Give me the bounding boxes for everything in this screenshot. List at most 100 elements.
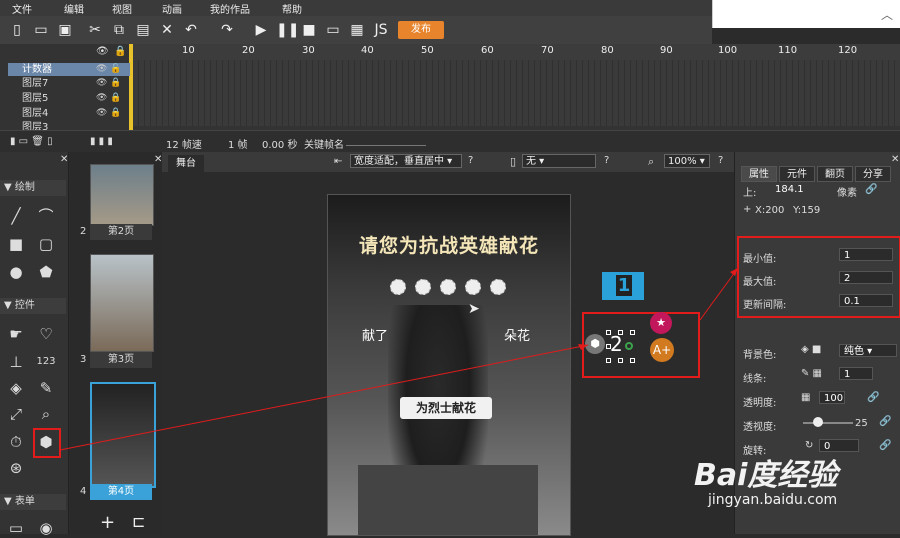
flower-icon[interactable] — [465, 279, 481, 295]
counter-value[interactable]: 2 — [610, 332, 623, 356]
new-file-icon[interactable]: ▯ — [8, 21, 26, 39]
menu-edit[interactable]: 编辑 — [64, 1, 84, 16]
pen-icon[interactable]: ✎ ▦ — [801, 368, 822, 379]
effect-star-icon[interactable]: ★ — [650, 312, 672, 334]
frame-tools-icon[interactable]: ▮ ▮ ▮ — [90, 136, 113, 147]
text-effect-icon[interactable]: A+ — [650, 338, 674, 362]
tab-components[interactable]: 元件 — [779, 166, 815, 182]
rect-tool-icon[interactable]: ■ — [6, 234, 26, 254]
line-tool-icon[interactable]: ╱ — [6, 206, 26, 226]
layer-row[interactable]: 图层3 — [8, 121, 130, 130]
cut-icon[interactable]: ✂ — [86, 21, 104, 39]
resize-handle[interactable] — [630, 358, 635, 363]
pivot-point[interactable] — [625, 342, 633, 350]
page-thumbnail[interactable] — [90, 254, 154, 352]
layer-row[interactable]: 图层7 👁 🔒 — [8, 77, 130, 90]
publish-button[interactable]: 发布 — [398, 21, 444, 39]
phone-screen[interactable]: 请您为抗战英雄献花 ➤ 献了 朵花 为烈士献花 — [327, 194, 571, 536]
zoom-select[interactable]: 100% ▾ — [664, 154, 710, 168]
stage-canvas[interactable]: 请您为抗战英雄献花 ➤ 献了 朵花 为烈士献花 1 ⬢ 2 ★ A+ — [162, 172, 734, 536]
pause-icon[interactable]: ❚❚ — [276, 21, 299, 39]
menu-my-works[interactable]: 我的作品 — [210, 1, 250, 16]
tab-properties[interactable]: 属性 — [741, 166, 777, 182]
round-rect-tool-icon[interactable]: ▢ — [36, 234, 56, 254]
preview-icon[interactable]: ▭ — [324, 21, 342, 39]
menu-file[interactable]: 文件 — [12, 1, 32, 16]
close-icon[interactable]: ✕ — [60, 154, 68, 165]
tab-stage[interactable]: 舞台 — [168, 155, 204, 172]
visibility-header-icon[interactable]: 👁 — [96, 46, 109, 57]
radio-tool-icon[interactable]: ◉ — [36, 518, 56, 538]
tab-page-turn[interactable]: 翻页 — [817, 166, 853, 182]
stop-icon[interactable]: ■ — [300, 21, 318, 39]
min-input[interactable]: 1 — [839, 248, 893, 261]
help-icon[interactable]: ? — [718, 155, 723, 166]
input-tool-icon[interactable]: ▭ — [6, 518, 26, 538]
number-tool-icon[interactable]: 123 — [36, 352, 56, 372]
section-form[interactable]: ▼ 表单 — [0, 494, 66, 510]
eye-icon[interactable]: 👁 🔒 — [96, 92, 122, 105]
eye-icon[interactable]: 👁 🔒 — [96, 107, 122, 120]
line-input[interactable]: 1 — [839, 367, 873, 380]
flower-icon[interactable] — [490, 279, 506, 295]
heart-tool-icon[interactable]: ♡ — [36, 324, 56, 344]
timeline-ruler[interactable]: 10 20 30 40 50 60 70 80 90 100 110 120 — [130, 44, 900, 60]
globe-tool-icon[interactable]: ⊛ — [6, 458, 26, 478]
opacity-input[interactable]: 100 — [819, 391, 845, 404]
tab-share[interactable]: 分享 — [855, 166, 891, 182]
resize-handle[interactable] — [606, 358, 611, 363]
bg-select[interactable]: 纯色 ▾ — [839, 344, 897, 357]
menu-help[interactable]: 帮助 — [282, 1, 302, 16]
play-icon[interactable]: ▶ — [252, 21, 270, 39]
flower-icon[interactable] — [440, 279, 456, 295]
layer-row[interactable]: 图层5 👁 🔒 — [8, 92, 130, 105]
interval-input[interactable]: 0.1 — [839, 294, 893, 307]
blur-slider-thumb[interactable] — [813, 417, 823, 427]
timer-tool-icon[interactable]: ⏱ — [6, 432, 26, 452]
chevron-up-icon[interactable]: ︿ — [881, 6, 893, 23]
menu-view[interactable]: 视图 — [112, 1, 132, 16]
device-select[interactable]: 无 ▾ — [522, 154, 596, 168]
add-layer-icon[interactable]: ▮ ▭ 🗑 ▯ — [10, 136, 53, 147]
page-caption[interactable]: 第2页 — [90, 224, 152, 240]
insert-page-icon[interactable]: ⊏ — [132, 512, 145, 531]
flower-icon[interactable] — [390, 279, 406, 295]
copy-icon[interactable]: ⧉ — [110, 21, 128, 39]
qrcode-icon[interactable]: ▦ — [348, 21, 366, 39]
circle-tool-icon[interactable]: ● — [6, 262, 26, 282]
section-controls[interactable]: ▼ 控件 — [0, 298, 66, 314]
redo-icon[interactable]: ↷ — [218, 21, 236, 39]
add-page-icon[interactable]: + — [100, 512, 115, 533]
flower-icon[interactable] — [415, 279, 431, 295]
search-tool-icon[interactable]: ⌕ — [36, 404, 56, 424]
delete-icon[interactable]: ✕ — [158, 21, 176, 39]
help-icon[interactable]: ? — [604, 155, 609, 166]
section-draw[interactable]: ▼ 绘制 — [0, 180, 66, 196]
resize-handle[interactable] — [618, 330, 623, 335]
stamp-tool-icon[interactable]: ⊥ — [6, 352, 26, 372]
link-icon[interactable]: 🔗 — [867, 392, 879, 403]
page-thumbnail[interactable] — [90, 164, 154, 226]
close-icon[interactable]: ✕ — [891, 154, 899, 165]
y-value[interactable]: 184.1 — [775, 184, 804, 195]
fit-select[interactable]: 宽度适配，垂直居中 ▾ — [350, 154, 462, 168]
lock-header-icon[interactable]: 🔒 — [114, 46, 126, 57]
resize-handle[interactable] — [606, 344, 611, 349]
resize-handle[interactable] — [630, 330, 635, 335]
open-folder-icon[interactable]: ▭ — [32, 21, 50, 39]
save-icon[interactable]: ▣ — [56, 21, 74, 39]
curve-tool-icon[interactable]: ⌒ — [36, 206, 56, 226]
brush-tool-icon[interactable]: ✎ — [36, 378, 56, 398]
page-thumbnail-selected[interactable] — [90, 382, 156, 488]
blur-slider[interactable] — [803, 422, 853, 424]
eye-icon[interactable]: 👁 🔒 — [96, 77, 122, 90]
hand-tool-icon[interactable]: ☛ — [6, 324, 26, 344]
frame-grid[interactable] — [133, 60, 900, 126]
undo-icon[interactable]: ↶ — [182, 21, 200, 39]
page-caption[interactable]: 第3页 — [90, 352, 152, 368]
resize-handle[interactable] — [618, 358, 623, 363]
resize-handle[interactable] — [606, 330, 611, 335]
keyframe-name-input[interactable] — [346, 145, 426, 146]
page-caption[interactable]: 第4页 — [90, 484, 152, 500]
menu-animation[interactable]: 动画 — [162, 1, 182, 16]
